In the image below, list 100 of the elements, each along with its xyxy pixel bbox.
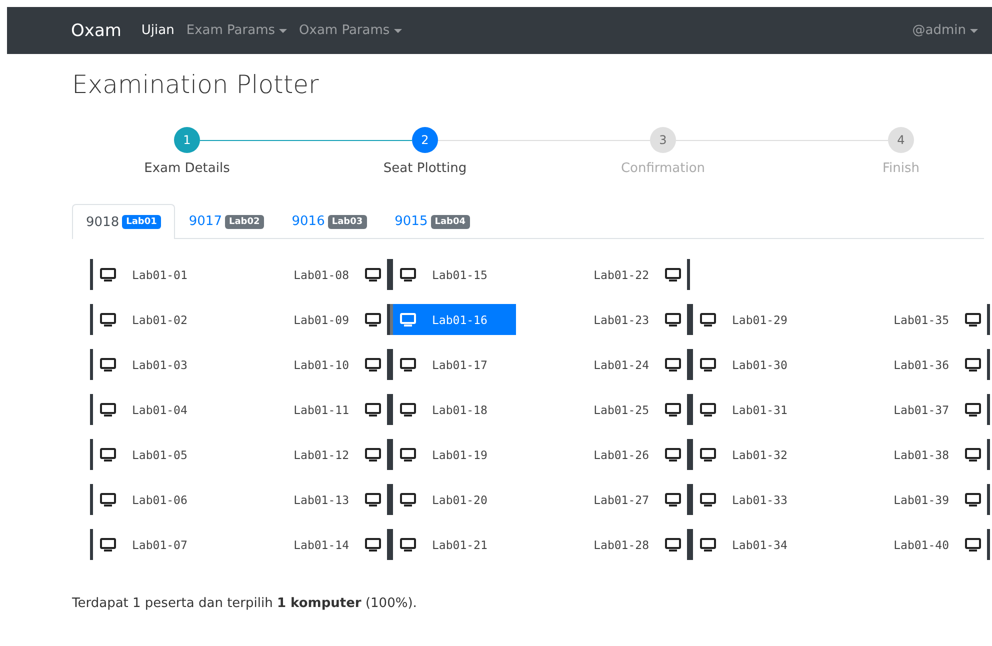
monitor-icon <box>100 402 116 416</box>
monitor-icon <box>665 358 681 372</box>
lab-tab[interactable]: 9015 Lab04 <box>380 204 484 238</box>
monitor-icon <box>700 402 716 416</box>
brand-link[interactable]: Oxam <box>71 20 122 40</box>
seat-item[interactable]: Lab01-04 <box>90 394 216 425</box>
monitor-icon <box>100 538 116 552</box>
step-circle: 1 <box>174 127 200 153</box>
monitor-icon <box>365 358 381 372</box>
step-circle: 3 <box>650 127 676 153</box>
monitor-icon <box>365 268 381 282</box>
seat-item[interactable]: Lab01-29 <box>690 304 816 335</box>
monitor-icon <box>965 492 981 506</box>
monitor-icon <box>965 448 981 462</box>
monitor-icon <box>100 358 116 372</box>
monitor-icon <box>365 448 381 462</box>
monitor-icon <box>400 312 416 326</box>
seat-item[interactable]: Lab01-11 <box>264 394 390 425</box>
lab-badge: Lab04 <box>430 214 470 228</box>
seat-item[interactable]: Lab01-38 <box>864 439 990 470</box>
monitor-icon <box>100 448 116 462</box>
summary-text: Terdapat 1 peserta dan terpilih 1 komputer (100%). <box>72 596 418 611</box>
seat-item[interactable]: Lab01-34 <box>690 529 816 560</box>
monitor-icon <box>700 312 716 326</box>
monitor-icon <box>100 268 116 282</box>
seat-item[interactable]: Lab01-12 <box>264 439 390 470</box>
step-circle: 4 <box>888 127 914 153</box>
seat-item[interactable]: Lab01-35 <box>864 304 990 335</box>
seat-item[interactable]: Lab01-31 <box>690 394 816 425</box>
monitor-icon <box>400 402 416 416</box>
lab-badge: Lab01 <box>122 215 161 229</box>
seat-item[interactable]: Lab01-01 <box>90 259 216 290</box>
lab-badge: Lab03 <box>328 214 367 228</box>
monitor-icon <box>665 312 681 326</box>
monitor-icon <box>400 492 416 506</box>
user-menu[interactable]: @admin <box>912 23 978 38</box>
seat-item[interactable]: Lab01-21 <box>390 529 516 560</box>
monitor-icon <box>665 492 681 506</box>
monitor-icon <box>100 312 116 326</box>
monitor-icon <box>965 538 981 552</box>
seat-item[interactable]: Lab01-07 <box>90 529 216 560</box>
lab-tab[interactable]: 9018 Lab01 <box>72 204 175 239</box>
seat-item[interactable]: Lab01-39 <box>864 484 990 515</box>
step-label: Exam Details <box>144 161 230 176</box>
seat-item[interactable]: Lab01-15 <box>390 259 516 290</box>
seat-item[interactable]: Lab01-23 <box>564 304 690 335</box>
seat-item[interactable]: Lab01-27 <box>564 484 690 515</box>
monitor-icon <box>700 358 716 372</box>
seat-item[interactable]: Lab01-03 <box>90 349 216 380</box>
seat-item[interactable]: Lab01-20 <box>390 484 516 515</box>
seat-item[interactable]: Lab01-18 <box>390 394 516 425</box>
seat-item[interactable]: Lab01-26 <box>564 439 690 470</box>
seat-item[interactable]: Lab01-13 <box>264 484 390 515</box>
monitor-icon <box>665 402 681 416</box>
monitor-icon <box>400 448 416 462</box>
seat-item[interactable]: Lab01-22 <box>564 259 690 290</box>
seat-item[interactable]: Lab01-16 <box>390 304 516 335</box>
step-label: Finish <box>882 161 920 176</box>
monitor-icon <box>965 312 981 326</box>
caret-icon <box>970 28 978 32</box>
monitor-icon <box>365 312 381 326</box>
lab-tab[interactable]: 9017 Lab02 <box>174 204 278 238</box>
seat-item[interactable]: Lab01-19 <box>390 439 516 470</box>
monitor-icon <box>700 538 716 552</box>
seat-item[interactable]: Lab01-02 <box>90 304 216 335</box>
nav-link[interactable]: Oxam Params <box>299 23 402 38</box>
page-title: Examination Plotter <box>72 70 320 99</box>
lab-badge: Lab02 <box>224 214 264 228</box>
seat-item[interactable]: Lab01-36 <box>864 349 990 380</box>
seat-item[interactable]: Lab01-33 <box>690 484 816 515</box>
monitor-icon <box>400 538 416 552</box>
monitor-icon <box>965 402 981 416</box>
seat-item[interactable]: Lab01-05 <box>90 439 216 470</box>
monitor-icon <box>365 402 381 416</box>
step-label: Seat Plotting <box>383 161 467 176</box>
seat-item[interactable]: Lab01-40 <box>864 529 990 560</box>
seat-item[interactable]: Lab01-28 <box>564 529 690 560</box>
nav-link[interactable]: Exam Params <box>186 23 288 38</box>
seat-item[interactable]: Lab01-06 <box>90 484 216 515</box>
monitor-icon <box>700 492 716 506</box>
monitor-icon <box>365 492 381 506</box>
lab-tab[interactable]: 9016 Lab03 <box>278 204 381 238</box>
seat-item[interactable]: Lab01-30 <box>690 349 816 380</box>
monitor-icon <box>365 538 381 552</box>
seat-item[interactable]: Lab01-17 <box>390 349 516 380</box>
seat-item[interactable]: Lab01-08 <box>264 259 390 290</box>
seat-item[interactable]: Lab01-10 <box>264 349 390 380</box>
seat-item[interactable]: Lab01-24 <box>564 349 690 380</box>
monitor-icon <box>400 358 416 372</box>
monitor-icon <box>965 358 981 372</box>
seat-item[interactable]: Lab01-25 <box>564 394 690 425</box>
monitor-icon <box>700 448 716 462</box>
seat-item[interactable]: Lab01-14 <box>264 529 390 560</box>
seat-item[interactable]: Lab01-37 <box>864 394 990 425</box>
monitor-icon <box>665 538 681 552</box>
nav-link[interactable]: Ujian <box>141 23 174 38</box>
seat-item[interactable]: Lab01-32 <box>690 439 816 470</box>
monitor-icon <box>665 448 681 462</box>
step-circle: 2 <box>412 127 438 153</box>
step-label: Confirmation <box>620 161 706 176</box>
